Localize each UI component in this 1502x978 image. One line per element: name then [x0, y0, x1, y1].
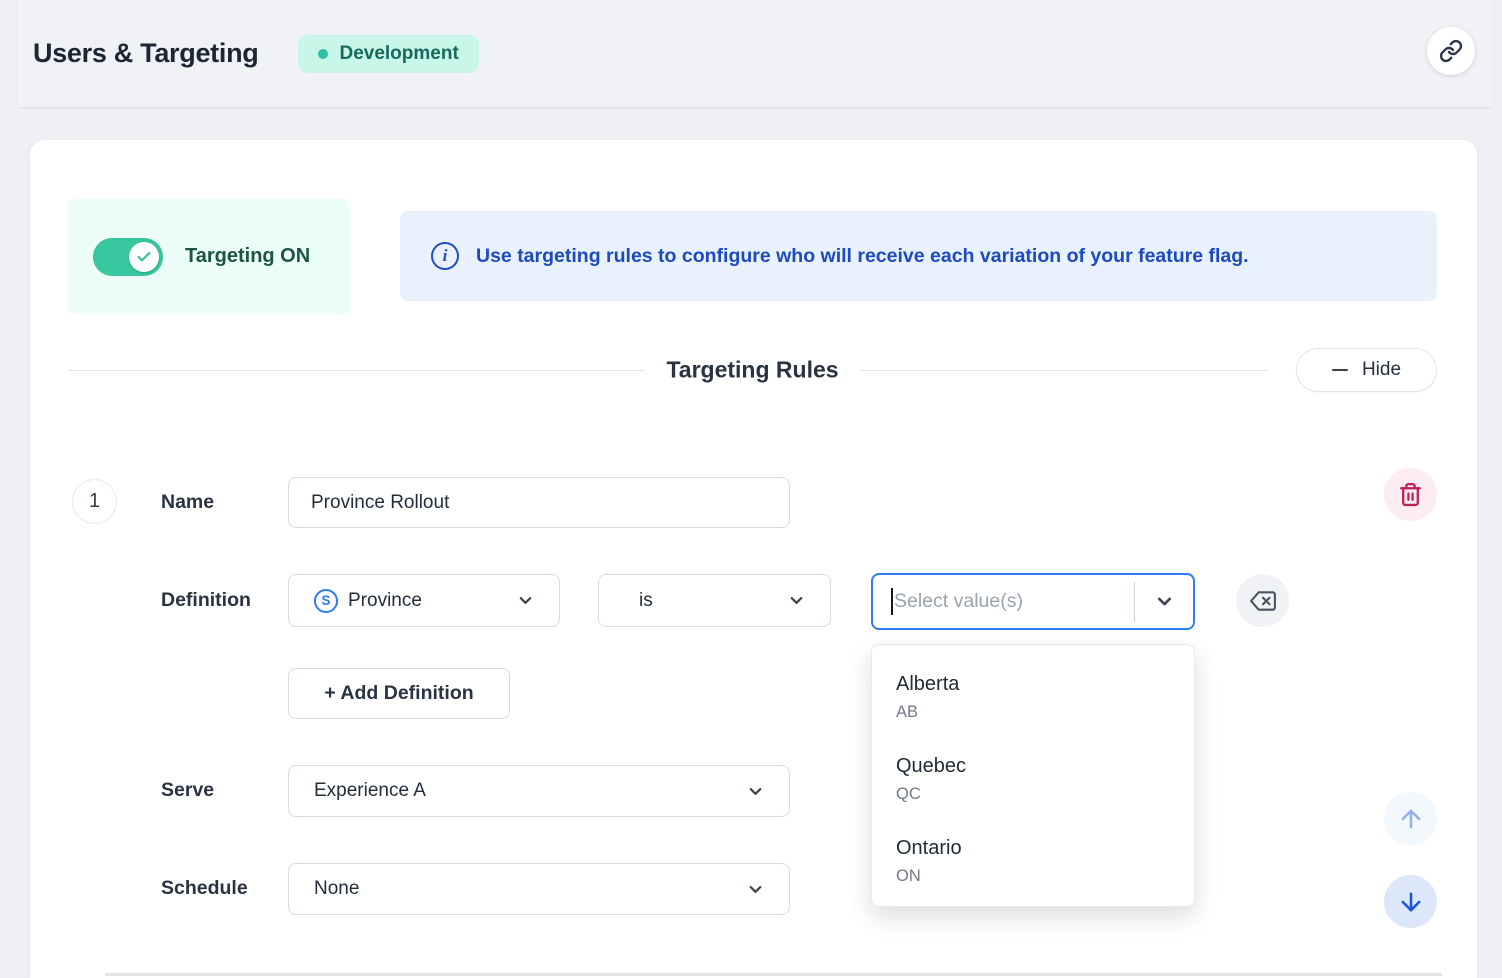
rule-number-badge: 1 [72, 479, 117, 524]
option-code: ON [896, 865, 1170, 887]
targeting-card: Targeting ON i Use targeting rules to co… [30, 140, 1477, 978]
link-icon [1439, 39, 1463, 63]
serve-select[interactable]: Experience A [288, 765, 790, 817]
arrow-down-icon [1397, 888, 1425, 916]
move-rule-down-button[interactable] [1384, 875, 1437, 928]
hide-button-label: Hide [1362, 359, 1401, 381]
operator-select[interactable]: is [598, 574, 831, 627]
operator-select-value: is [639, 590, 653, 612]
trash-icon [1398, 482, 1423, 507]
clear-values-button[interactable] [1236, 574, 1289, 627]
targeting-toggle-panel: Targeting ON [68, 199, 349, 314]
option-code: QC [896, 783, 1170, 805]
definition-label: Definition [161, 589, 251, 612]
chevron-down-icon [516, 591, 535, 610]
rules-section-title: Targeting Rules [644, 357, 860, 384]
add-definition-button[interactable]: + Add Definition [288, 668, 510, 719]
schedule-label: Schedule [161, 877, 248, 900]
info-icon: i [431, 242, 459, 270]
dropdown-option-alberta[interactable]: Alberta AB [872, 655, 1194, 737]
property-select-value: Province [348, 590, 422, 612]
values-placeholder: Select value(s) [894, 590, 1134, 613]
chevron-down-icon[interactable] [1135, 591, 1193, 612]
dropdown-option-quebec[interactable]: Quebec QC [872, 737, 1194, 819]
move-rule-up-button[interactable] [1384, 792, 1437, 845]
targeting-toggle[interactable] [93, 238, 163, 276]
serve-label: Serve [161, 779, 214, 802]
toggle-knob [129, 242, 159, 272]
string-type-icon: S [314, 589, 338, 613]
option-label: Alberta [896, 671, 1170, 697]
rules-section-header: Targeting Rules Hide [68, 348, 1437, 392]
environment-dot-icon [318, 49, 328, 59]
option-label: Ontario [896, 835, 1170, 861]
rule-name-input[interactable] [288, 477, 790, 528]
info-banner: i Use targeting rules to configure who w… [400, 211, 1437, 301]
page-title: Users & Targeting [33, 38, 258, 69]
chevron-down-icon [787, 591, 806, 610]
delete-rule-button[interactable] [1384, 468, 1437, 521]
serve-select-value: Experience A [314, 780, 426, 802]
values-multiselect-input[interactable]: Select value(s) [871, 573, 1195, 630]
divider [105, 973, 1442, 976]
chevron-down-icon [746, 782, 765, 801]
dropdown-option-ontario[interactable]: Ontario ON [872, 819, 1194, 901]
environment-badge: Development [298, 35, 478, 73]
option-code: AB [896, 701, 1170, 723]
arrow-up-icon [1397, 805, 1425, 833]
targeting-toggle-label: Targeting ON [185, 245, 310, 268]
chevron-down-icon [746, 880, 765, 899]
copy-link-button[interactable] [1427, 27, 1475, 75]
backspace-icon [1250, 588, 1276, 614]
minus-icon [1332, 369, 1348, 371]
info-banner-text: Use targeting rules to configure who wil… [476, 245, 1249, 268]
environment-badge-label: Development [339, 43, 458, 65]
property-select[interactable]: S Province [288, 574, 560, 627]
page-header: Users & Targeting Development [18, 0, 1492, 108]
schedule-select[interactable]: None [288, 863, 790, 915]
values-dropdown-menu: Alberta AB Quebec QC Ontario ON [871, 644, 1195, 907]
hide-rules-button[interactable]: Hide [1296, 348, 1437, 392]
text-caret [891, 588, 893, 615]
check-icon [136, 249, 152, 265]
schedule-select-value: None [314, 878, 359, 900]
option-label: Quebec [896, 753, 1170, 779]
name-label: Name [161, 491, 214, 514]
